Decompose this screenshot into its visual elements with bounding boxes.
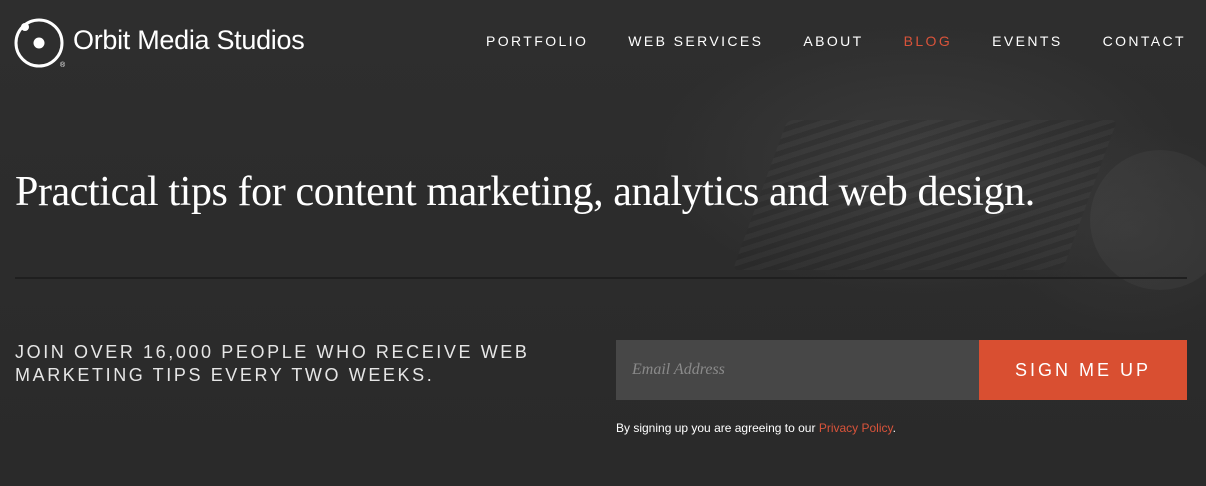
- section-divider: [15, 277, 1187, 279]
- email-field[interactable]: [616, 340, 979, 400]
- site-logo[interactable]: ® Orbit Media Studios: [14, 16, 305, 70]
- registered-mark: ®: [60, 61, 66, 69]
- privacy-notice: By signing up you are agreeing to our Pr…: [616, 421, 896, 435]
- site-header: ® Orbit Media Studios PORTFOLIO WEB SERV…: [0, 0, 1206, 84]
- privacy-policy-link[interactable]: Privacy Policy: [819, 421, 893, 435]
- hero-headline: Practical tips for content marketing, an…: [15, 169, 1035, 215]
- background-mug-shape: [1090, 150, 1206, 290]
- privacy-notice-period: .: [892, 421, 896, 435]
- newsletter-pitch: JOIN OVER 16,000 PEOPLE WHO RECEIVE WEB …: [15, 341, 575, 387]
- orbit-logo-icon: ®: [14, 18, 66, 69]
- nav-about[interactable]: ABOUT: [803, 33, 863, 49]
- nav-events[interactable]: EVENTS: [992, 33, 1062, 49]
- nav-blog[interactable]: BLOG: [904, 33, 953, 49]
- privacy-notice-text: By signing up you are agreeing to our: [616, 421, 819, 435]
- brand-name: Orbit Media Studios: [73, 24, 305, 55]
- nav-portfolio[interactable]: PORTFOLIO: [486, 33, 588, 49]
- newsletter-pitch-line-1: JOIN OVER 16,000 PEOPLE WHO RECEIVE WEB: [15, 342, 530, 362]
- newsletter-pitch-line-2: MARKETING TIPS EVERY TWO WEEKS.: [15, 365, 435, 385]
- main-nav: PORTFOLIO WEB SERVICES ABOUT BLOG EVENTS…: [486, 33, 1186, 49]
- nav-web-services[interactable]: WEB SERVICES: [628, 33, 763, 49]
- sign-me-up-button[interactable]: SIGN ME UP: [979, 340, 1187, 400]
- nav-contact[interactable]: CONTACT: [1103, 33, 1186, 49]
